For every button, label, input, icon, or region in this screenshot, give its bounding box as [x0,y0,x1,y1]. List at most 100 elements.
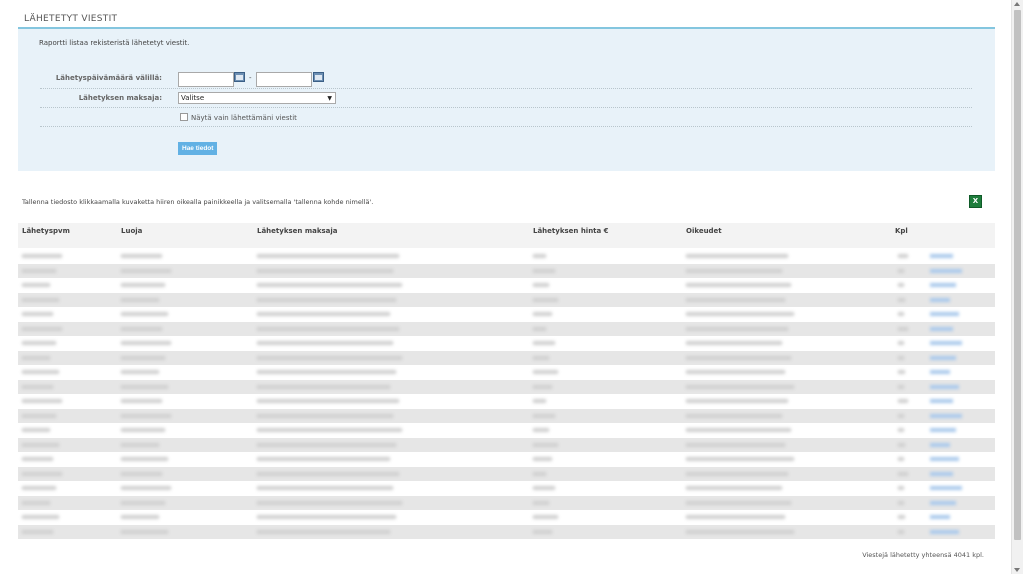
row-link[interactable] [930,283,956,287]
row-link[interactable] [930,442,950,447]
column-header[interactable]: Kpl [895,227,908,235]
table-cell [121,384,168,389]
table-cell [257,370,396,374]
chevron-down-icon: ▼ [327,95,332,102]
scrollbar-thumb[interactable] [1014,10,1021,540]
row-link[interactable] [930,413,962,418]
row-link[interactable] [930,428,956,432]
row-link[interactable] [930,326,953,331]
scrollbar[interactable] [1011,0,1023,574]
table-cell [533,399,546,403]
table-cell [257,457,390,461]
table-cell [22,413,56,418]
table-cell [257,268,393,273]
table-cell [686,268,782,273]
table-row [18,249,995,263]
column-header[interactable]: Oikeudet [686,227,722,235]
column-header[interactable]: Lähetyksen hinta € [533,227,609,235]
table-row [18,423,995,437]
table-cell [22,268,56,273]
table-cell [22,341,56,345]
row-link[interactable] [930,297,950,302]
table-row [18,336,995,350]
row-link[interactable] [930,312,959,316]
column-header[interactable]: Lähetyspvm [22,227,70,235]
date-to-input[interactable] [256,72,312,87]
scroll-down-icon[interactable] [1014,568,1020,572]
table-cell [22,471,62,476]
table-cell [533,283,549,287]
table-cell [121,428,165,432]
row-link[interactable] [930,384,959,389]
table-cell [533,471,546,476]
only-mine-label: Näytä vain lähettämäni viestit [191,114,297,122]
date-from-input[interactable] [178,72,234,87]
row-link[interactable] [930,457,959,461]
table-cell [898,515,905,519]
payer-select[interactable]: Valitse ▼ [178,92,336,104]
row-link[interactable] [930,341,962,345]
row-link[interactable] [930,500,956,505]
row-link[interactable] [930,254,953,258]
table-cell [121,442,159,447]
table-cell [686,312,794,316]
scroll-up-icon[interactable] [1014,2,1020,6]
fetch-button[interactable]: Hae tiedot [178,142,218,155]
table-cell [533,457,552,461]
table-cell [686,515,785,519]
table-row [18,321,995,336]
table-cell [686,297,785,302]
table-cell [257,486,393,490]
table-cell [533,515,558,519]
table-cell [22,529,53,534]
table-cell [257,515,396,519]
table-cell [121,326,162,331]
row-link[interactable] [930,355,956,360]
table-cell [22,355,50,360]
calendar-icon[interactable] [234,72,245,82]
row-link[interactable] [930,515,950,519]
table-cell [257,355,402,360]
table-cell [257,500,402,505]
table-cell [22,399,62,403]
table-row [18,307,995,321]
table-cell [686,355,791,360]
table-cell [257,413,393,418]
row-link[interactable] [930,370,950,374]
row-link[interactable] [930,268,962,273]
row-link[interactable] [930,399,953,403]
column-header[interactable]: Luoja [121,227,142,235]
row-link[interactable] [930,486,962,490]
table-cell [533,529,552,534]
page-title: LÄHETETYT VIESTIT [24,14,118,24]
table-cell [22,384,53,389]
table-cell [898,529,904,534]
excel-icon[interactable]: X [969,195,982,208]
only-mine-checkbox[interactable] [180,113,188,121]
page: LÄHETETYT VIESTIT Raportti listaa rekist… [0,0,1012,574]
row-divider [40,88,972,89]
table-cell [257,471,399,476]
table-row [18,365,995,379]
table-cell [898,254,908,258]
table-cell [121,486,171,490]
table-cell [257,428,402,432]
table-cell [121,471,162,476]
table-cell [533,268,555,273]
table-cell [533,486,555,490]
column-header[interactable]: Lähetyksen maksaja [257,227,338,235]
row-link[interactable] [930,471,953,476]
table-row [18,452,995,466]
table-cell [686,471,788,476]
table-cell [686,370,785,374]
table-cell [898,341,904,345]
table-cell [121,355,165,360]
calendar-icon[interactable] [313,72,324,82]
table-cell [686,486,782,490]
table-cell [257,297,396,302]
table-cell [898,370,905,374]
table-cell [898,442,905,447]
table-cell [22,283,50,287]
row-link[interactable] [930,529,959,534]
table-cell [22,254,62,258]
